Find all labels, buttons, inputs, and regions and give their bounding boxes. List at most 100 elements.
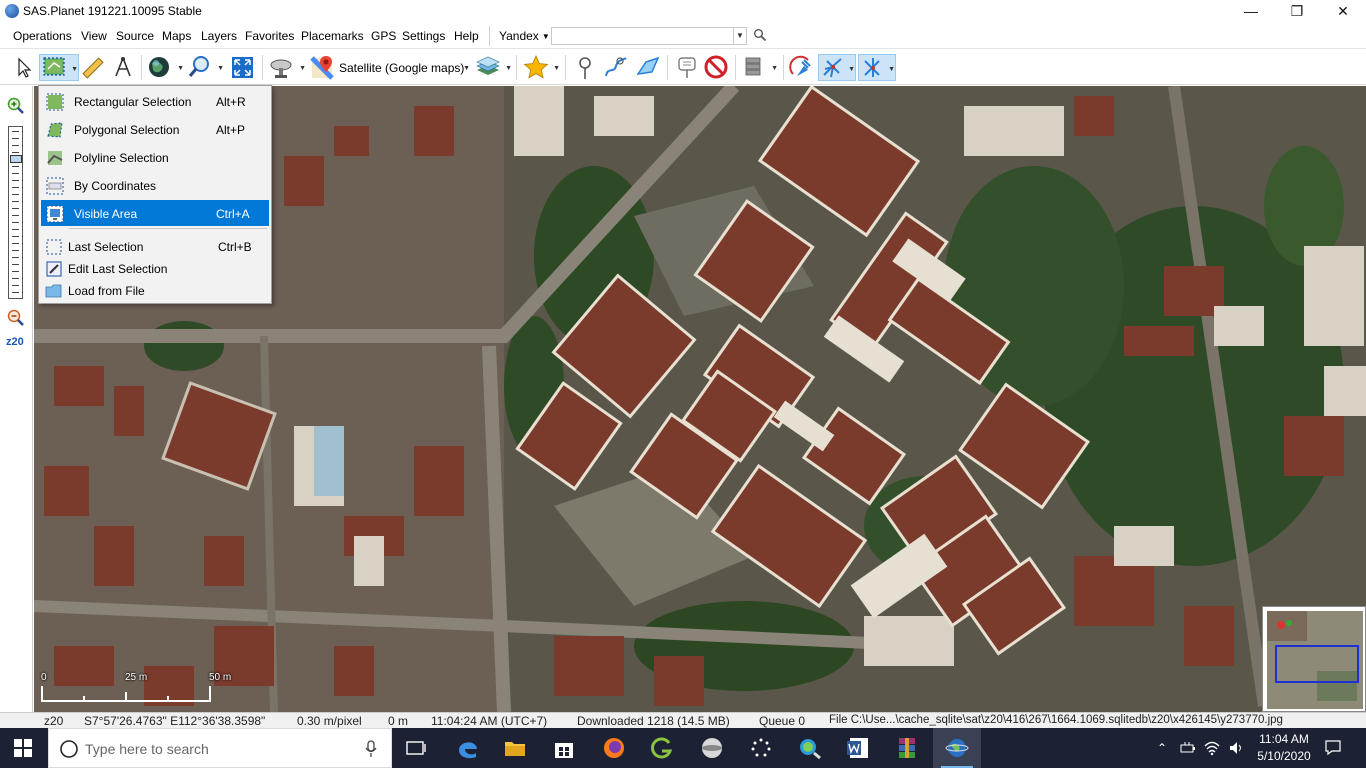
chevron-down-icon: ▼	[177, 65, 184, 72]
fullscreen-button[interactable]	[229, 54, 256, 81]
cache-button[interactable]: ▼	[740, 54, 778, 81]
taskbar-app-green[interactable]	[638, 728, 686, 768]
menu-operations[interactable]: Operations	[13, 29, 72, 43]
maximize-button[interactable]: ❐	[1274, 0, 1320, 23]
window-title: SAS.Planet 191221.10095 Stable	[23, 4, 202, 18]
minimap[interactable]	[1262, 606, 1366, 712]
menu-item-polygonal-selection[interactable]: Polygonal Selection Alt+P	[41, 116, 269, 142]
microphone-icon[interactable]	[365, 740, 377, 758]
zoom-in-button[interactable]	[7, 97, 25, 118]
zoom-out-icon	[7, 309, 24, 326]
taskbar-app-search-globe[interactable]	[786, 728, 834, 768]
task-view-button[interactable]	[392, 728, 440, 768]
menu-item-edit-last-selection[interactable]: Edit Last Selection	[41, 258, 269, 280]
menu-help[interactable]: Help	[454, 29, 479, 43]
hide-placemarks-button[interactable]	[703, 54, 731, 81]
search-icon[interactable]	[753, 28, 767, 42]
favorites-button[interactable]: ▼	[522, 54, 560, 81]
add-polygon-button[interactable]	[634, 54, 662, 81]
globe-button[interactable]: ▼	[146, 54, 184, 81]
menu-item-last-selection[interactable]: Last Selection Ctrl+B	[41, 236, 269, 258]
status-queue: Queue 0	[759, 714, 806, 728]
search-history-dropdown[interactable]: ▼	[733, 28, 746, 44]
path-icon	[605, 57, 627, 77]
taskbar-app-disk[interactable]	[688, 728, 736, 768]
search-engine-select[interactable]: Yandex ▼	[499, 29, 550, 43]
zoom-out-button[interactable]	[7, 309, 25, 330]
taskbar-search-box[interactable]: Type here to search	[48, 728, 392, 768]
menu-item-by-coordinates[interactable]: By Coordinates	[41, 172, 269, 198]
menu-item-label: Last Selection	[68, 240, 144, 254]
add-placemark-button[interactable]	[571, 54, 599, 81]
search-icon	[60, 740, 78, 758]
menu-view[interactable]: View	[81, 29, 107, 43]
taskbar-edge[interactable]	[444, 728, 492, 768]
source-button[interactable]: ▼	[268, 54, 306, 81]
ruler-tool-button[interactable]	[80, 54, 106, 81]
status-zoom: z20	[44, 714, 64, 728]
scale-bar: 0 25 m 50 m	[39, 672, 239, 708]
clock-time[interactable]: 11:04 AM	[1254, 732, 1314, 746]
chevron-down-icon: ▼	[848, 66, 855, 73]
taskbar-app-dots[interactable]	[737, 728, 785, 768]
zoom-slider-tick	[12, 257, 19, 258]
volume-icon[interactable]	[1228, 740, 1244, 756]
app-disk-icon	[702, 738, 722, 758]
menu-favorites[interactable]: Favorites	[245, 29, 294, 43]
satellite-dish-icon	[270, 59, 292, 78]
zoom-slider-tick	[12, 243, 19, 244]
menu-maps[interactable]: Maps	[162, 29, 191, 43]
toolbar-separator	[262, 55, 263, 80]
menu-item-visible-area[interactable]: Visible Area Ctrl+A	[41, 200, 269, 226]
zoom-slider-thumb[interactable]	[10, 155, 22, 163]
menu-item-label: Polyline Selection	[74, 151, 169, 165]
menu-settings[interactable]: Settings	[402, 29, 445, 43]
wifi-icon[interactable]	[1204, 740, 1220, 756]
selection-tool-button[interactable]: ▼	[39, 54, 79, 81]
taskbar-winrar[interactable]	[883, 728, 931, 768]
taskbar-sasplanet[interactable]	[933, 728, 981, 768]
battery-icon[interactable]	[1180, 741, 1196, 755]
layers-button[interactable]: ▼	[474, 54, 512, 81]
taskbar-file-explorer[interactable]	[491, 728, 539, 768]
fullscreen-icon	[232, 57, 253, 78]
map-name-label: Satellite (Google maps)	[339, 61, 465, 75]
minimap-viewport[interactable]	[1275, 645, 1359, 683]
search-input[interactable]	[551, 27, 747, 45]
zoom-slider-tick	[12, 271, 19, 272]
toolbar-separator	[667, 55, 668, 80]
minimize-button[interactable]: —	[1228, 0, 1274, 23]
status-bar: z20 S7°57'26.4763" E112°36'38.3598" 0.30…	[0, 712, 1366, 728]
compass-tool-button[interactable]	[110, 54, 136, 81]
pointer-tool-button[interactable]	[9, 54, 36, 81]
zoom-slider-tick	[12, 131, 19, 132]
add-path-button[interactable]	[602, 54, 630, 81]
balloon-icon	[678, 57, 696, 78]
menu-item-load-from-file[interactable]: Load from File	[41, 280, 269, 302]
zoom-in-icon	[7, 97, 24, 114]
notification-icon[interactable]	[1324, 738, 1342, 756]
menu-source[interactable]: Source	[116, 29, 154, 43]
map-select-button[interactable]: Satellite (Google maps) ▼	[310, 54, 472, 81]
menu-gps[interactable]: GPS	[371, 29, 396, 43]
no-entry-icon	[704, 55, 728, 79]
taskbar-word[interactable]	[834, 728, 882, 768]
menu-placemarks[interactable]: Placemarks	[301, 29, 364, 43]
google-maps-icon	[310, 56, 334, 80]
taskbar-store[interactable]	[540, 728, 588, 768]
zoom-slider-tick	[12, 152, 19, 153]
menu-layers[interactable]: Layers	[201, 29, 237, 43]
gps-center-button[interactable]: ▼	[858, 54, 896, 81]
gps-connect-button[interactable]	[788, 54, 816, 81]
close-button[interactable]: ✕	[1320, 0, 1366, 23]
zoom-tool-button[interactable]: ▼	[186, 54, 224, 81]
start-button[interactable]	[14, 739, 32, 760]
clock-date[interactable]: 5/10/2020	[1254, 749, 1314, 763]
menu-item-rectangular-selection[interactable]: Rectangular Selection Alt+R	[41, 88, 269, 114]
zoom-slider[interactable]	[8, 126, 23, 299]
taskbar-firefox[interactable]	[590, 728, 638, 768]
tray-chevron-up-icon[interactable]: ⌃	[1157, 741, 1167, 755]
gps-track-button[interactable]: ▼	[818, 54, 856, 81]
menu-item-polyline-selection[interactable]: Polyline Selection	[41, 144, 269, 170]
placemarks-visibility-button[interactable]	[673, 54, 701, 81]
